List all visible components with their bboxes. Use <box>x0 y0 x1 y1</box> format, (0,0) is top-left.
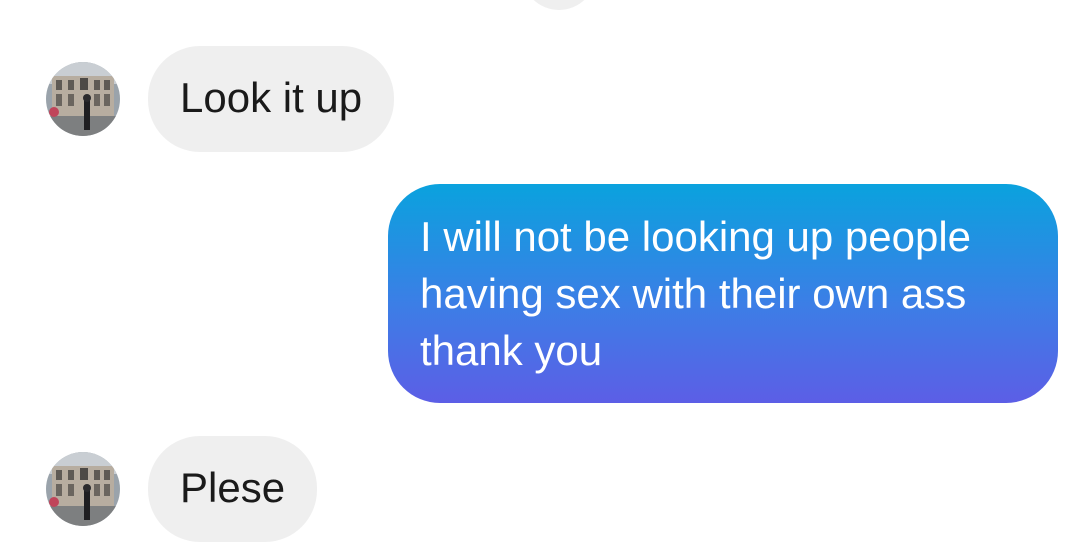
previous-message-bubble <box>522 0 596 10</box>
incoming-message-bubble[interactable]: Plese <box>148 436 318 542</box>
building-photo-icon <box>46 452 120 526</box>
incoming-message-row: Look it up <box>46 46 395 152</box>
building-photo-icon <box>46 62 120 136</box>
message-thread: Look it up I will not be looking up peop… <box>0 0 1080 556</box>
incoming-message-bubble[interactable]: Look it up <box>148 46 395 152</box>
avatar[interactable] <box>46 62 120 136</box>
message-line: I will not be looking up people <box>420 213 972 260</box>
incoming-message-row: Plese <box>46 436 318 542</box>
outgoing-message-bubble[interactable]: I will not be looking up people having s… <box>388 184 1058 403</box>
avatar[interactable] <box>46 452 120 526</box>
message-line: thank you <box>420 327 603 374</box>
message-line: having sex with their own ass <box>420 270 967 317</box>
